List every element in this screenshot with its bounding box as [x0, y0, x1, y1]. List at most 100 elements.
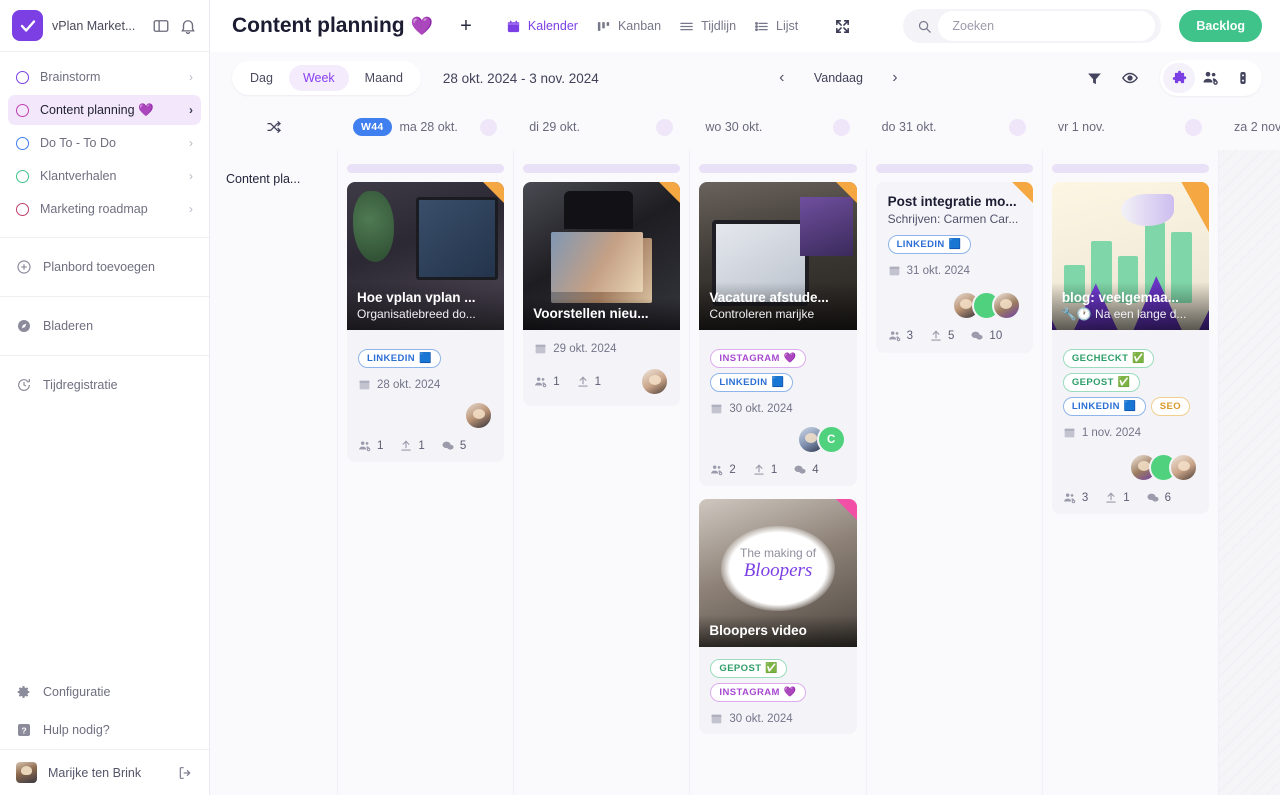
tab-label: Kalender [527, 19, 578, 33]
tag-linkedin[interactable]: LINKEDIN 🟦 [710, 373, 794, 392]
question-icon: ? [16, 722, 32, 738]
clock-icon [16, 377, 32, 393]
next-period-button[interactable]: › [881, 64, 909, 92]
card-hoe-vplan[interactable]: Hoe vplan vplan ... Organisatiebreed do.… [347, 182, 505, 462]
tag-label: GEPOST [719, 663, 762, 674]
card-post-integratie[interactable]: Post integratie mo... Schrijven: Carmen … [875, 182, 1033, 353]
browse-button[interactable]: Bladeren [0, 307, 209, 345]
sidebar-item-klantverhalen[interactable]: Klantverhalen › [8, 161, 201, 191]
sidebar-item-brainstorm[interactable]: Brainstorm › [8, 62, 201, 92]
panel-toggle-icon[interactable] [152, 17, 170, 35]
slot-bar[interactable] [347, 164, 505, 173]
card-bloopers-video[interactable]: The making of Bloopers Bloopers video GE… [699, 499, 857, 734]
help-button[interactable]: ? Hulp nodig? [0, 711, 209, 749]
day-column-za-2-nov[interactable] [1218, 150, 1280, 795]
day-column-wo-30-okt[interactable]: Vacature afstude... Controleren marijke … [689, 150, 865, 795]
day-column-ma-28-okt[interactable]: Hoe vplan vplan ... Organisatiebreed do.… [337, 150, 513, 795]
add-card-dot[interactable] [480, 118, 498, 136]
tag-linkedin[interactable]: LINKEDIN 🟦 [1062, 397, 1146, 416]
today-button[interactable]: Vandaag [802, 65, 875, 91]
add-card-dot[interactable] [656, 118, 674, 136]
puzzle-icon[interactable] [1163, 63, 1195, 93]
eye-icon[interactable] [1114, 62, 1146, 94]
tab-label: Lijst [776, 19, 799, 33]
add-board-button[interactable]: Planbord toevoegen [0, 248, 209, 286]
card-vacature-afstudeer[interactable]: Vacature afstude... Controleren marijke … [699, 182, 857, 486]
user-row[interactable]: Marijke ten Brink [0, 749, 209, 795]
expand-icon[interactable] [829, 13, 855, 39]
tab-kalender[interactable]: Kalender [497, 14, 587, 39]
slot-bar[interactable] [1051, 164, 1210, 173]
add-card-dot[interactable] [1008, 118, 1026, 136]
tag-instagram[interactable]: INSTAGRAM 💜 [710, 349, 806, 368]
row-label-content-planning: Content pla... [210, 150, 337, 795]
stat-value: 4 [812, 464, 819, 476]
workspace-header[interactable]: vPlan Market... [0, 0, 209, 52]
corner-flag-icon [1188, 182, 1210, 203]
bell-icon[interactable] [179, 17, 197, 35]
toolbar-actions [1078, 60, 1262, 96]
search-input[interactable] [938, 11, 1156, 41]
tab-lijst[interactable]: Lijst [745, 14, 807, 39]
avatar[interactable] [991, 291, 1021, 320]
comment-icon [970, 329, 984, 343]
sidebar-item-content-planning[interactable]: Content planning 💜 › [8, 95, 201, 125]
zoom-maand-button[interactable]: Maand [351, 65, 417, 91]
gear-icon [16, 684, 32, 700]
sidebar-item-do-to-to-do[interactable]: Do To - To Do › [8, 128, 201, 158]
stat-value: 10 [989, 330, 1003, 342]
avatar[interactable] [464, 401, 494, 430]
slot-bar[interactable] [699, 164, 857, 173]
stat-value: 1 [553, 376, 560, 388]
tag-instagram[interactable]: INSTAGRAM 💜 [710, 683, 806, 702]
backlog-button[interactable]: Backlog [1179, 10, 1262, 42]
corner-flag-icon [659, 182, 681, 203]
calendar-icon [506, 19, 521, 34]
help-label: Hulp nodig? [43, 723, 110, 737]
avatar[interactable] [1169, 453, 1199, 482]
zoom-dag-button[interactable]: Dag [236, 65, 287, 91]
chevron-right-icon: › [189, 136, 193, 150]
add-card-dot[interactable] [1185, 118, 1203, 136]
day-column-vr-1-nov[interactable]: blog: veelgemaa... 🔧🕐 Na een lange d... … [1041, 150, 1218, 795]
day-column-di-29-okt[interactable]: Voorstellen nieu... 29 okt. 2024 1 1 [513, 150, 689, 795]
tag-linkedin[interactable]: LINKEDIN 🟦 [887, 235, 971, 254]
card-voorstellen-nieuw[interactable]: Voorstellen nieu... 29 okt. 2024 1 1 [523, 182, 681, 406]
sidebar-panel-icon[interactable] [1227, 63, 1259, 93]
add-card-dot[interactable] [832, 118, 850, 136]
prev-period-button[interactable]: ‹ [768, 64, 796, 92]
tag-seo[interactable]: SEO [1150, 397, 1190, 416]
card-avatars [358, 401, 494, 431]
stat-value: 3 [1081, 492, 1089, 504]
slot-bar[interactable] [875, 164, 1033, 173]
avatar[interactable] [640, 367, 670, 396]
chevron-right-icon: › [189, 202, 193, 216]
people-gear-icon[interactable] [1195, 63, 1227, 93]
tab-kanban[interactable]: Kanban [587, 14, 670, 39]
stat-resources: 2 [710, 463, 736, 477]
tag-gepost[interactable]: GEPOST ✅ [1062, 373, 1140, 392]
filter-icon[interactable] [1078, 62, 1110, 94]
stat-uploads: 1 [1104, 491, 1130, 505]
slot-bar[interactable] [523, 164, 681, 173]
day-header-ma-28-okt: W44 ma 28 okt. [337, 118, 513, 136]
day-header-wo-30-okt: wo 30 okt. [689, 118, 865, 136]
add-view-button[interactable]: + [453, 13, 479, 39]
add-board-label: Planbord toevoegen [43, 260, 155, 274]
tag-gepost[interactable]: GEPOST ✅ [710, 659, 788, 678]
day-column-do-31-okt[interactable]: Post integratie mo... Schrijven: Carmen … [865, 150, 1042, 795]
search-container[interactable] [903, 9, 1162, 43]
tag-gecheckt[interactable]: GECHECKT ✅ [1062, 349, 1155, 368]
card-blog-veelgemaakt[interactable]: blog: veelgemaa... 🔧🕐 Na een lange d... … [1051, 182, 1210, 514]
configuration-button[interactable]: Configuratie [0, 673, 209, 711]
logout-icon[interactable] [177, 765, 193, 781]
zoom-week-button[interactable]: Week [288, 65, 349, 91]
sidebar-item-marketing-roadmap[interactable]: Marketing roadmap › [8, 194, 201, 224]
shuffle-rows-icon[interactable] [210, 119, 337, 135]
tag-linkedin[interactable]: LINKEDIN 🟦 [358, 349, 441, 368]
tag-label: INSTAGRAM [719, 353, 780, 364]
time-tracking-button[interactable]: Tijdregistratie [0, 366, 209, 404]
app-header: Content planning 💜 + Kalender Kanban Tij… [210, 0, 1280, 52]
tab-tijdlijn[interactable]: Tijdlijn [670, 14, 745, 39]
avatar-initial[interactable]: C [816, 425, 846, 454]
